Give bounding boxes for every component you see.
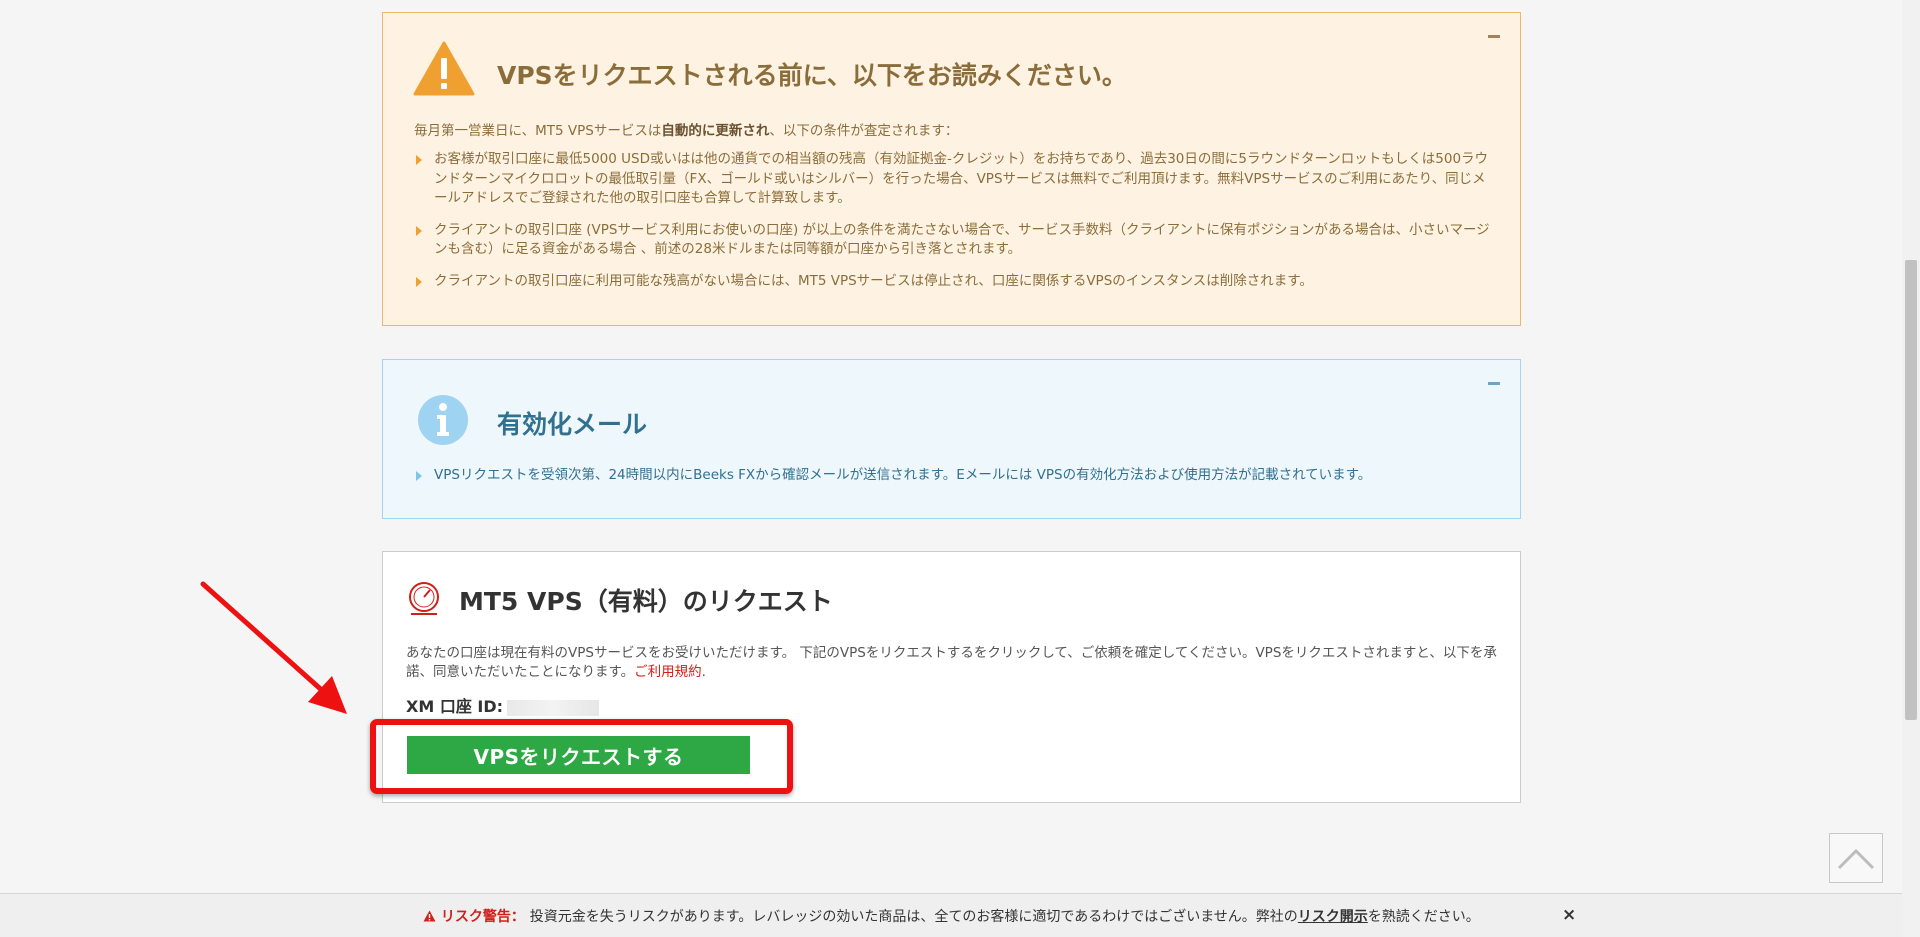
collapse-info-button[interactable]: [1488, 382, 1500, 385]
account-id-redacted: [507, 699, 600, 716]
request-description: あなたの口座は現在有料のVPSサービスをお受けいただけます。 下記のVPSをリク…: [406, 645, 1497, 680]
list-item: お客様が取引口座に最低5000 USD或いはは他の通貨での相当額の残高（有効証拠…: [413, 150, 1493, 209]
warning-title: VPSをリクエストされる前に、以下をお読みください。: [497, 61, 1127, 90]
info-title: 有効化メール: [497, 410, 648, 439]
list-item: クライアントの取引口座 (VPSサービス利用にお使いの口座) が以上の条件を満た…: [413, 221, 1493, 260]
warning-triangle-icon: [413, 41, 475, 96]
warning-intro: 毎月第一営業日に、MT5 VPSサービスは自動的に更新され、以下の条件が査定され…: [414, 123, 959, 139]
risk-warning-label: リスク警告：: [423, 909, 530, 925]
activation-email-panel: 有効化メール VPSリクエストを受領次第、24時間以内にBeeks FXから確認…: [382, 359, 1521, 519]
risk-warning-bar: リスク警告： 投資元金を失うリスクがあります。レバレッジの効いた商品は、全てのお…: [0, 893, 1902, 937]
bullet-arrow-icon: [416, 471, 422, 481]
list-item: クライアントの取引口座に利用可能な残高がない場合には、MT5 VPSサービスは停…: [413, 272, 1493, 292]
list-item: VPSリクエストを受領次第、24時間以内にBeeks FXから確認メールが送信さ…: [413, 466, 1493, 486]
annotation-highlight-box: [370, 719, 793, 794]
info-icon: [418, 395, 468, 445]
info-bullet-list: VPSリクエストを受領次第、24時間以内にBeeks FXから確認メールが送信さ…: [413, 466, 1493, 498]
account-id-label: XM 口座 ID:: [406, 693, 600, 717]
request-title: MT5 VPS（有料）のリクエスト: [459, 587, 833, 616]
chevron-up-icon: [1837, 848, 1875, 870]
gauge-icon: [409, 582, 439, 615]
bullet-arrow-icon: [416, 225, 422, 236]
warning-small-icon: [423, 910, 436, 922]
scroll-to-top-button[interactable]: [1829, 833, 1883, 883]
risk-warning-text: リスク警告： 投資元金を失うリスクがあります。レバレッジの効いた商品は、全てのお…: [423, 906, 1480, 926]
close-icon[interactable]: ×: [1562, 905, 1576, 925]
terms-link[interactable]: ご利用規約: [634, 664, 702, 680]
scrollbar-thumb[interactable]: [1905, 260, 1917, 720]
warning-panel: VPSをリクエストされる前に、以下をお読みください。 毎月第一営業日に、MT5 …: [382, 12, 1521, 326]
warning-bullet-list: お客様が取引口座に最低5000 USD或いはは他の通貨での相当額の残高（有効証拠…: [413, 150, 1493, 303]
bullet-arrow-icon: [416, 276, 422, 287]
bullet-arrow-icon: [416, 155, 422, 165]
collapse-warning-button[interactable]: [1488, 35, 1500, 38]
annotation-arrow-icon: [200, 581, 347, 714]
risk-disclosure-link[interactable]: リスク開示: [1298, 909, 1368, 925]
